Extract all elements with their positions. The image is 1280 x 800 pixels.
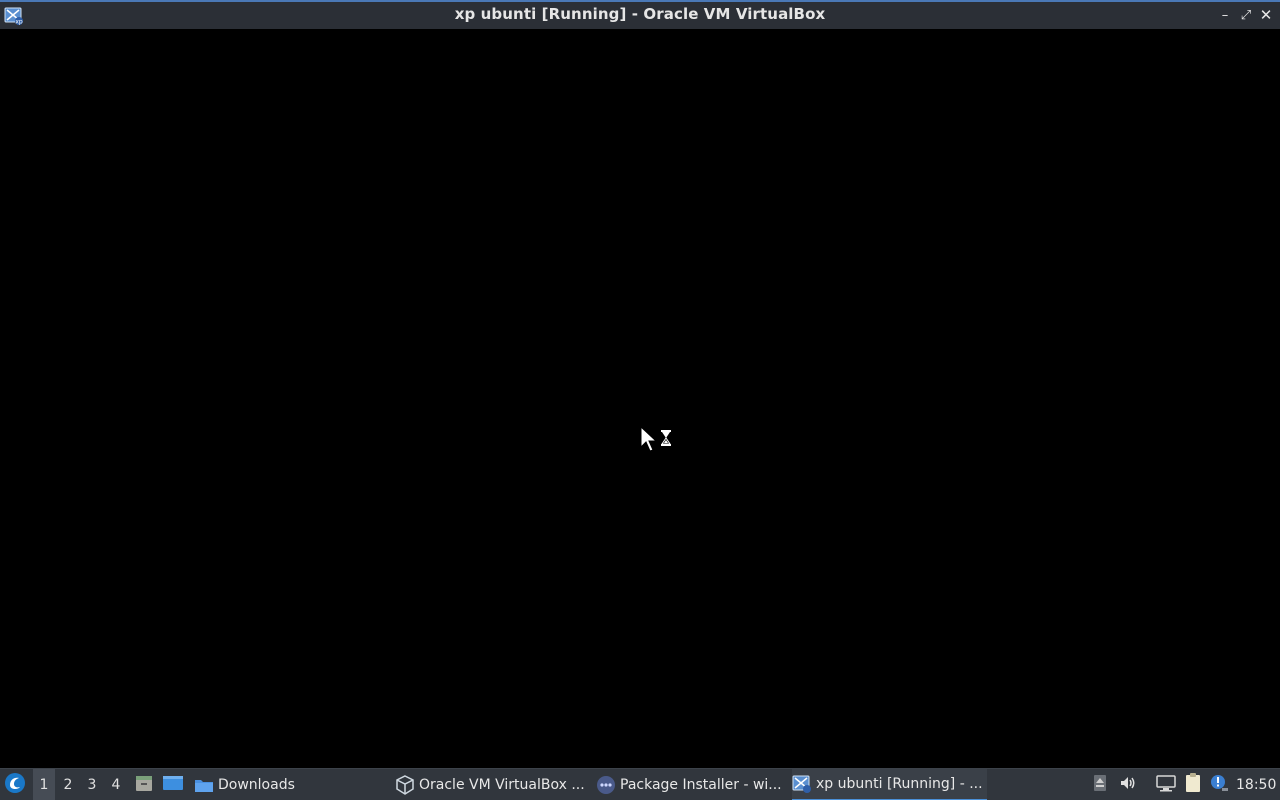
task-package-installer[interactable]: Package Installer - wi...	[596, 769, 786, 800]
volume-icon	[1118, 773, 1138, 797]
package-installer-icon	[596, 775, 616, 795]
tray-notifications[interactable]	[1208, 769, 1230, 800]
task-downloads[interactable]: Downloads	[194, 769, 384, 800]
folder-drawer-icon	[134, 773, 154, 797]
tray-clipboard[interactable]	[1182, 769, 1204, 800]
maximize-button[interactable]: ⤢	[1237, 6, 1255, 24]
workspace-1-button[interactable]: 1	[33, 769, 55, 800]
desktop-icon	[162, 773, 184, 797]
clipboard-icon	[1183, 772, 1203, 798]
workspace-2-button[interactable]: 2	[57, 769, 79, 800]
window-title: xp ubunti [Running] - Oracle VM VirtualB…	[454, 5, 826, 23]
window-titlebar[interactable]: xp xp ubunti [Running] - Oracle VM Virtu…	[0, 0, 1280, 29]
task-label: Package Installer - wi...	[620, 777, 782, 793]
taskbar: 1 2 3 4 Downloads Oracle VM VirtualBox .…	[0, 768, 1280, 800]
virtualbox-icon	[395, 775, 415, 795]
clock[interactable]: 18:50	[1236, 769, 1276, 800]
task-label: Oracle VM VirtualBox ...	[419, 777, 585, 793]
minimize-button[interactable]: –	[1216, 6, 1234, 24]
show-desktop-button[interactable]	[161, 769, 185, 800]
network-icon	[1155, 773, 1177, 797]
tray-network[interactable]	[1155, 769, 1177, 800]
task-xp-ubunti-vm[interactable]: xp ubunti [Running] - ...	[792, 769, 987, 800]
workspace-4-button[interactable]: 4	[105, 769, 127, 800]
lxqt-start-icon	[4, 772, 26, 798]
virtualbox-vm-icon	[792, 774, 812, 794]
eject-icon	[1092, 773, 1108, 797]
tray-eject[interactable]	[1090, 769, 1110, 800]
vm-display[interactable]	[0, 29, 1280, 768]
start-menu-button[interactable]	[4, 769, 28, 800]
task-label: xp ubunti [Running] - ...	[816, 776, 983, 792]
folder-icon	[194, 775, 214, 795]
task-label: Downloads	[218, 777, 295, 793]
close-button[interactable]: ✕	[1257, 6, 1275, 24]
workspace-3-button[interactable]: 3	[81, 769, 103, 800]
busy-pointer-icon	[640, 425, 676, 454]
tray-volume[interactable]	[1117, 769, 1139, 800]
file-manager-launcher[interactable]	[133, 769, 155, 800]
task-virtualbox-manager[interactable]: Oracle VM VirtualBox ...	[395, 769, 587, 800]
notification-icon	[1209, 773, 1229, 797]
